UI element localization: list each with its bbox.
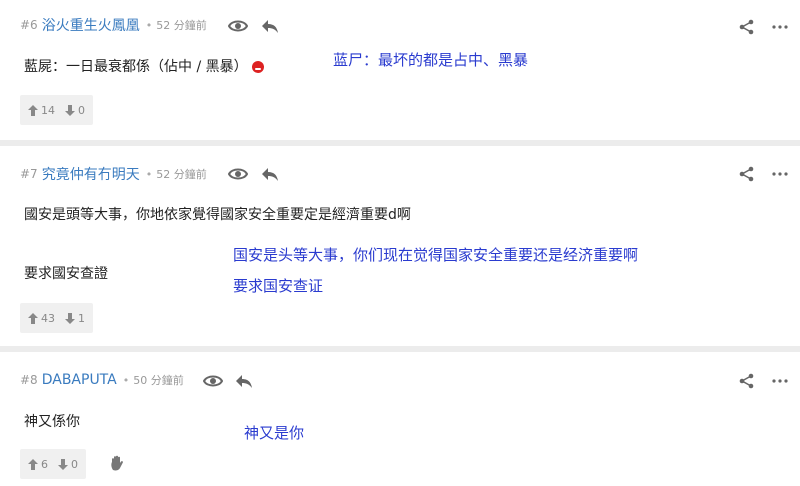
share-icon[interactable] — [739, 19, 755, 35]
upvote-button[interactable]: 14 — [28, 104, 55, 117]
upvote-button[interactable]: 43 — [28, 312, 55, 325]
downvote-count: 0 — [78, 103, 85, 117]
comment-header: #7 究竟仲有冇明天 • 52 分鐘前 — [20, 164, 207, 184]
comment-8: #8 DABAPUTA • 50 分鐘前 神又係你 神又是你 6 0 — [0, 352, 800, 486]
downvote-count: 0 — [71, 457, 78, 471]
downvote-button[interactable]: 1 — [65, 312, 85, 325]
angry-face-icon — [251, 61, 264, 73]
reply-icon[interactable] — [261, 165, 279, 183]
more-icon[interactable] — [772, 19, 788, 35]
eye-icon[interactable] — [228, 16, 248, 36]
username-link[interactable]: DABAPUTA — [42, 372, 117, 388]
comment-number: #6 — [20, 18, 38, 32]
comment-7: #7 究竟仲有冇明天 • 52 分鐘前 國安是頭等大事，你地依家覺得國家安全重要… — [0, 146, 800, 346]
more-icon[interactable] — [772, 166, 788, 182]
arrow-down-icon — [65, 312, 75, 324]
upvote-count: 43 — [41, 311, 55, 325]
eye-icon[interactable] — [228, 164, 248, 184]
username-link[interactable]: 究竟仲有冇明天 — [42, 164, 140, 184]
comment-line: 要求國安查證 — [24, 266, 108, 282]
reply-icon[interactable] — [235, 372, 253, 390]
username-link[interactable]: 浴火重生火鳳凰 — [42, 15, 140, 35]
translation-text: 要求国安查证 — [233, 277, 324, 295]
upvote-count: 6 — [41, 457, 48, 471]
separator-dot: • — [122, 373, 130, 387]
comment-header: #8 DABAPUTA • 50 分鐘前 — [20, 370, 184, 390]
upvote-count: 14 — [41, 103, 55, 117]
arrow-up-icon — [28, 312, 38, 324]
comment-text: 藍屍：一日最衰都係（佔中 / 黑暴） — [24, 56, 264, 76]
hand-icon[interactable] — [110, 455, 124, 471]
comment-number: #7 — [20, 167, 38, 181]
timestamp: 50 分鐘前 — [133, 374, 184, 387]
downvote-count: 1 — [78, 311, 85, 325]
translation-text: 神又是你 — [244, 424, 305, 442]
separator-dot: • — [145, 18, 153, 32]
share-icon[interactable] — [739, 166, 755, 182]
comment-line: 神又係你 — [24, 414, 80, 430]
downvote-button[interactable]: 0 — [58, 458, 78, 471]
upvote-button[interactable]: 6 — [28, 458, 48, 471]
arrow-down-icon — [58, 458, 68, 470]
separator-dot: • — [145, 167, 153, 181]
timestamp: 52 分鐘前 — [156, 19, 207, 32]
comment-number: #8 — [20, 373, 38, 387]
vote-bar: 6 0 — [20, 449, 86, 479]
comment-header: #6 浴火重生火鳳凰 • 52 分鐘前 — [20, 15, 207, 35]
downvote-button[interactable]: 0 — [65, 104, 85, 117]
translation-text: 国安是头等大事，你们现在觉得国家安全重要还是经济重要啊 — [233, 246, 639, 264]
vote-bar: 43 1 — [20, 303, 93, 333]
translation-text: 蓝尸：最坏的都是占中、黑暴 — [333, 51, 529, 69]
reply-icon[interactable] — [261, 17, 279, 35]
arrow-up-icon — [28, 458, 38, 470]
arrow-down-icon — [65, 104, 75, 116]
timestamp: 52 分鐘前 — [156, 168, 207, 181]
comment-line: 藍屍：一日最衰都係（佔中 / 黑暴） — [24, 59, 248, 75]
more-icon[interactable] — [772, 373, 788, 389]
arrow-up-icon — [28, 104, 38, 116]
eye-icon[interactable] — [203, 371, 223, 391]
comment-line: 國安是頭等大事，你地依家覺得國家安全重要定是經濟重要d啊 — [24, 207, 411, 223]
share-icon[interactable] — [739, 373, 755, 389]
vote-bar: 14 0 — [20, 95, 93, 125]
comment-6: #6 浴火重生火鳳凰 • 52 分鐘前 藍屍：一日最衰都係（佔中 / 黑暴） 蓝… — [0, 0, 800, 140]
